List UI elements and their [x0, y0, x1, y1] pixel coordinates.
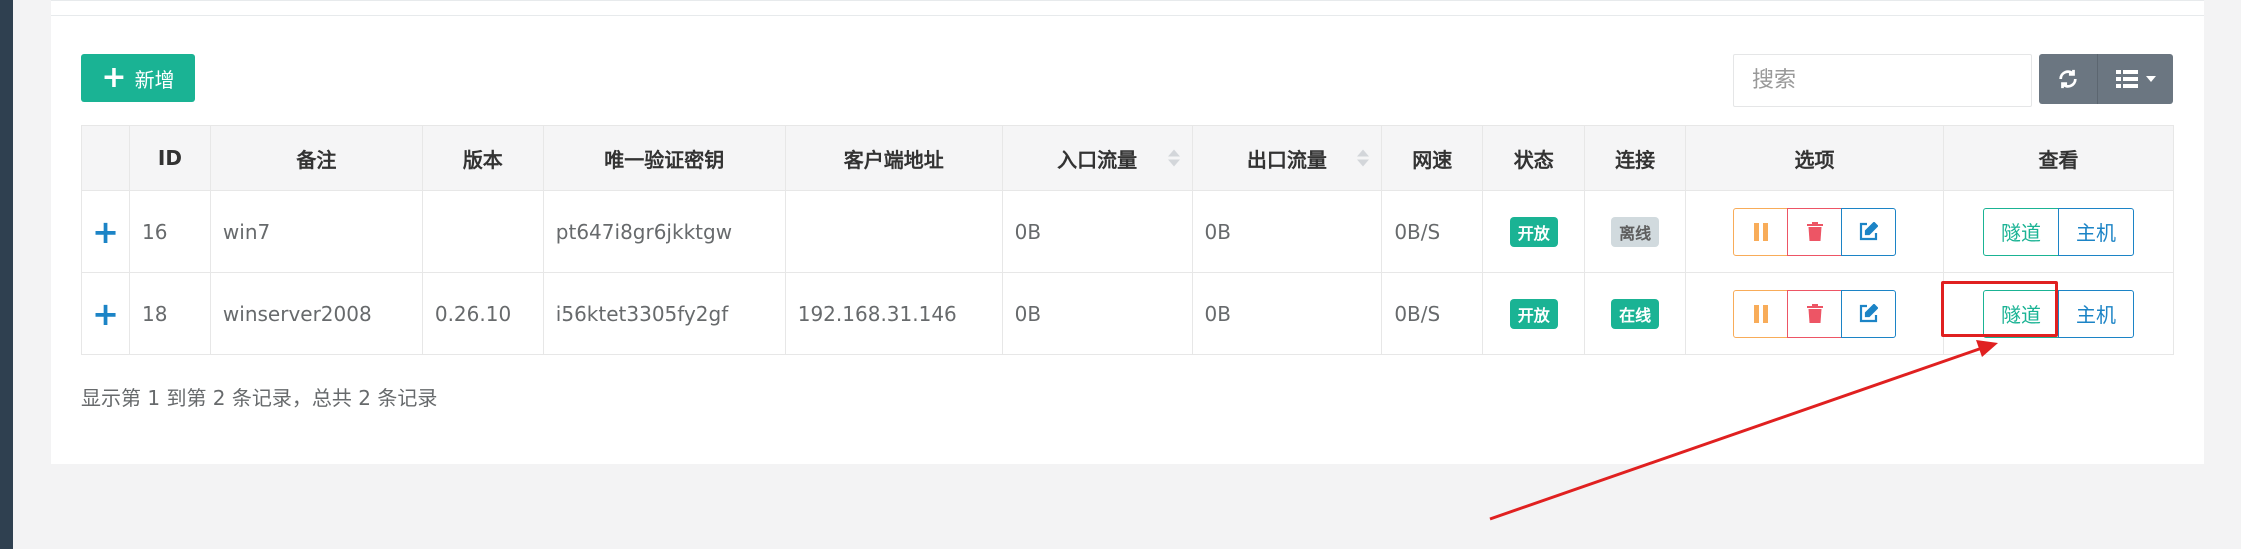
col-header-in-flow-label: 入口流量	[1057, 147, 1138, 172]
refresh-button[interactable]	[2039, 54, 2098, 104]
cell-out-flow: 0B	[1191, 190, 1383, 273]
sort-icon	[1357, 149, 1370, 167]
col-header-client-addr[interactable]: 客户端地址	[784, 125, 1003, 191]
status-badge: 开放	[1509, 298, 1558, 329]
tunnel-button[interactable]: 隧道	[1983, 207, 2059, 256]
list-icon	[2115, 70, 2138, 88]
cell-status: 开放	[1482, 272, 1586, 355]
status-badge: 开放	[1509, 216, 1558, 247]
pause-button[interactable]	[1733, 289, 1789, 338]
cell-remark: winserver2008	[209, 272, 423, 355]
options-group	[1733, 289, 1897, 338]
col-header-view: 查看	[1943, 125, 2174, 191]
view-group: 隧道 主机	[1983, 207, 2134, 256]
cell-speed: 0B/S	[1381, 272, 1484, 355]
col-header-options: 选项	[1685, 125, 1944, 191]
cell-in-flow: 0B	[1001, 190, 1193, 273]
col-header-connection[interactable]: 连接	[1584, 125, 1687, 191]
cell-id: 18	[128, 272, 211, 355]
clients-table: ID 备注 版本 唯一验证密钥 客户端地址 入口流量 出口流量 网速 状态 连接…	[81, 125, 2174, 355]
pause-button[interactable]	[1733, 207, 1789, 256]
options-group	[1733, 207, 1897, 256]
cell-out-flow: 0B	[1191, 272, 1383, 355]
cell-version: 0.26.10	[421, 272, 544, 355]
search-input[interactable]	[1733, 54, 2032, 107]
columns-button[interactable]	[2098, 54, 2173, 104]
table-header-row: ID 备注 版本 唯一验证密钥 客户端地址 入口流量 出口流量 网速 状态 连接…	[81, 125, 2174, 191]
expand-button[interactable]: +	[81, 190, 130, 273]
col-header-key[interactable]: 唯一验证密钥	[542, 125, 786, 191]
cell-key: i56ktet3305fy2gf	[542, 272, 786, 355]
host-button[interactable]: 主机	[2058, 289, 2134, 338]
table-tools	[2039, 54, 2173, 104]
annotation-highlight-box	[1941, 281, 2058, 337]
cell-key: pt647i8gr6jkktgw	[542, 190, 786, 273]
edit-icon	[1859, 222, 1879, 241]
col-header-speed[interactable]: 网速	[1381, 125, 1484, 191]
cell-options	[1685, 190, 1944, 273]
sort-icon	[1167, 149, 1180, 167]
pause-icon	[1753, 222, 1768, 241]
delete-button[interactable]	[1787, 207, 1843, 256]
cell-id: 16	[128, 190, 211, 273]
col-header-expand	[81, 125, 130, 191]
table-row: + 18 winserver2008 0.26.10 i56ktet3305fy…	[81, 272, 2174, 355]
table-row: + 16 win7 pt647i8gr6jkktgw 0B 0B 0B/S 开放…	[81, 190, 2174, 273]
pause-icon	[1753, 304, 1768, 323]
add-button-label: 新增	[134, 67, 175, 92]
trash-icon	[1806, 304, 1823, 323]
cell-version	[421, 190, 544, 273]
col-header-in-flow[interactable]: 入口流量	[1001, 125, 1193, 191]
delete-button[interactable]	[1787, 289, 1843, 338]
add-button[interactable]: + 新增	[81, 54, 195, 102]
connection-badge: 离线	[1611, 216, 1660, 247]
cell-client-addr	[784, 190, 1003, 273]
cell-status: 开放	[1482, 190, 1586, 273]
col-header-id[interactable]: ID	[128, 125, 211, 191]
col-header-out-flow[interactable]: 出口流量	[1191, 125, 1383, 191]
refresh-icon	[2059, 69, 2077, 89]
cell-client-addr: 192.168.31.146	[784, 272, 1003, 355]
plus-icon: +	[101, 60, 127, 95]
cell-connection: 在线	[1584, 272, 1687, 355]
col-header-out-flow-label: 出口流量	[1246, 147, 1327, 172]
edit-icon	[1859, 304, 1879, 323]
cell-connection: 离线	[1584, 190, 1687, 273]
col-header-status[interactable]: 状态	[1482, 125, 1586, 191]
expand-button[interactable]: +	[81, 272, 130, 355]
edit-button[interactable]	[1841, 289, 1897, 338]
cell-remark: win7	[209, 190, 423, 273]
sidebar-edge	[0, 0, 13, 549]
col-header-version[interactable]: 版本	[421, 125, 544, 191]
trash-icon	[1806, 222, 1823, 241]
host-button[interactable]: 主机	[2058, 207, 2134, 256]
cell-in-flow: 0B	[1001, 272, 1193, 355]
caret-down-icon	[2145, 76, 2156, 82]
cell-speed: 0B/S	[1381, 190, 1484, 273]
content-panel: + 新增 ID	[51, 0, 2204, 464]
connection-badge: 在线	[1611, 298, 1660, 329]
cell-view: 隧道 主机	[1943, 190, 2174, 273]
edit-button[interactable]	[1841, 207, 1897, 256]
col-header-remark[interactable]: 备注	[209, 125, 423, 191]
pagination-summary: 显示第 1 到第 2 条记录，总共 2 条记录	[81, 386, 438, 410]
panel-divider	[51, 15, 2204, 16]
cell-options	[1685, 272, 1944, 355]
